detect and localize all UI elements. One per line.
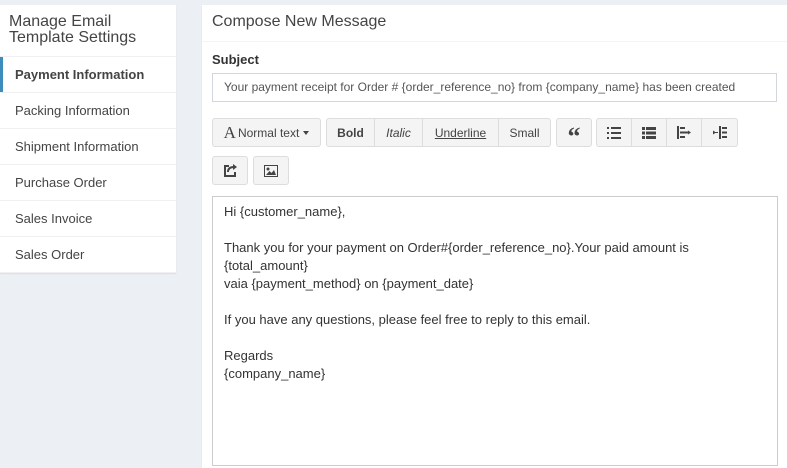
bold-button[interactable]: Bold [326, 118, 375, 147]
subject-label: Subject [212, 52, 259, 67]
indent-icon [712, 126, 727, 139]
sidebar-item-shipment-information[interactable]: Shipment Information [0, 129, 176, 165]
link-icon [224, 163, 237, 177]
font-icon: A [223, 122, 236, 142]
body-sign-off: Regards [224, 348, 274, 363]
sidebar-item-purchase-order[interactable]: Purchase Order [0, 165, 176, 201]
unordered-list-button[interactable] [596, 118, 632, 147]
sidebar-item-packing-information[interactable]: Packing Information [0, 93, 176, 129]
text-style-group: A Normal text [212, 118, 321, 147]
link-group [212, 156, 248, 185]
template-settings-sidebar: Manage Email Template Settings Payment I… [0, 5, 176, 273]
italic-button[interactable]: Italic [375, 118, 423, 147]
sidebar-item-payment-information[interactable]: Payment Information [0, 57, 176, 93]
unordered-list-icon [607, 126, 621, 139]
list-group [596, 118, 738, 147]
insert-link-button[interactable] [212, 156, 248, 185]
panel-title: Compose New Message [202, 5, 787, 42]
body-line-1: Thank you for your payment on Order#{ord… [224, 240, 689, 273]
outdent-icon [677, 126, 691, 139]
sidebar-item-sales-order[interactable]: Sales Order [0, 237, 176, 273]
subject-input[interactable]: Your payment receipt for Order # {order_… [212, 73, 777, 102]
text-style-label: Normal text [237, 125, 300, 140]
body-line-2: vaia {payment_method} on {payment_date} [224, 276, 474, 291]
ordered-list-icon [642, 126, 656, 139]
sidebar-title: Manage Email Template Settings [0, 5, 176, 57]
sidebar-item-sales-invoice[interactable]: Sales Invoice [0, 201, 176, 237]
body-line-3: If you have any questions, please feel f… [224, 312, 591, 327]
body-greeting: Hi {customer_name}, [224, 204, 346, 219]
blockquote-button[interactable]: “ [556, 118, 592, 151]
format-group: Bold Italic Underline Small [326, 118, 551, 147]
small-button[interactable]: Small [499, 118, 551, 147]
caret-down-icon [303, 130, 310, 135]
message-body-editor[interactable]: Hi {customer_name}, Thank you for your p… [212, 196, 778, 466]
compose-panel: Compose New Message Subject Your payment… [202, 5, 787, 468]
image-group [253, 156, 289, 185]
insert-image-button[interactable] [253, 156, 289, 185]
underline-button[interactable]: Underline [423, 118, 499, 147]
outdent-button[interactable] [667, 118, 702, 147]
body-signature: {company_name} [224, 366, 326, 381]
text-style-dropdown[interactable]: A Normal text [212, 118, 321, 147]
quote-icon: “ [567, 122, 581, 151]
quote-group: “ [556, 118, 592, 151]
ordered-list-button[interactable] [632, 118, 667, 147]
image-icon [264, 164, 278, 177]
indent-button[interactable] [702, 118, 738, 147]
